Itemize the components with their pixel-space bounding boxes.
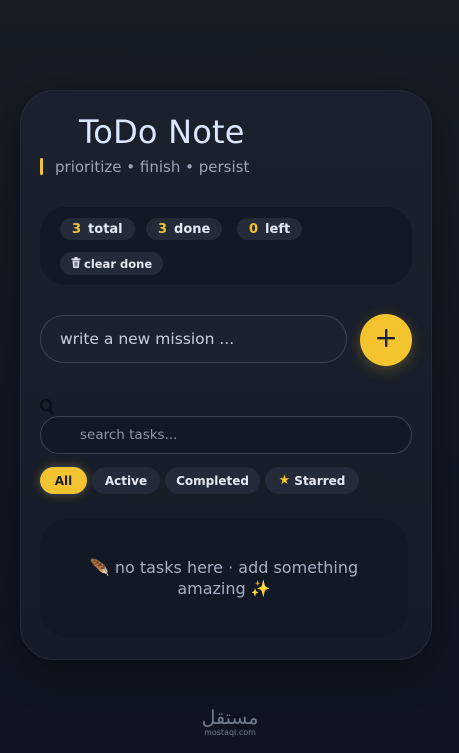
sparkle-icon: ✨ <box>250 579 271 598</box>
search-icon <box>39 398 57 416</box>
stat-left: 0 left <box>237 218 303 240</box>
new-task-placeholder: write a new mission ... <box>60 330 235 348</box>
filter-active[interactable]: Active <box>92 467 160 494</box>
search-input[interactable]: search tasks... <box>40 416 412 454</box>
stat-left-label: left <box>265 221 291 237</box>
trash-icon <box>71 256 81 271</box>
filter-starred[interactable]: ★ Starred <box>265 467 359 494</box>
clear-done-label: clear done <box>84 256 153 271</box>
empty-state: 🪶 no tasks here · add something amazing … <box>40 518 408 638</box>
watermark-domain: mostaql.com <box>204 728 256 737</box>
watermark-arabic: مستقل <box>201 707 259 729</box>
plus-icon <box>376 328 396 353</box>
filter-starred-label: Starred <box>294 473 346 488</box>
stat-total: 3 total <box>60 218 135 240</box>
filter-active-label: Active <box>104 473 148 488</box>
app-subtitle: prioritize • finish • persist <box>55 158 250 176</box>
filter-completed[interactable]: Completed <box>165 467 260 494</box>
stat-done-label: done <box>174 221 211 237</box>
watermark-logo: مستقل mostaql.com <box>200 708 260 737</box>
clear-done-button[interactable]: clear done <box>60 252 164 275</box>
filter-all-label: All <box>54 473 73 488</box>
app-title: ToDo Note <box>79 113 245 151</box>
stat-done: 3 done <box>146 218 223 240</box>
stat-total-count: 3 <box>72 221 82 237</box>
add-task-button[interactable] <box>360 314 412 366</box>
filter-completed-label: Completed <box>176 473 249 488</box>
stat-done-count: 3 <box>158 221 168 237</box>
feather-icon: 🪶 <box>89 558 110 577</box>
star-icon: ★ <box>278 473 291 488</box>
empty-state-text: no tasks here · add something amazing <box>114 558 359 598</box>
subtitle-accent-bar <box>40 158 43 175</box>
filter-all[interactable]: All <box>40 467 87 494</box>
stat-left-count: 0 <box>249 221 259 237</box>
empty-state-message: 🪶 no tasks here · add something amazing … <box>80 557 368 599</box>
stat-total-label: total <box>88 221 123 237</box>
search-placeholder: search tasks... <box>80 427 178 443</box>
new-task-input[interactable]: write a new mission ... <box>40 315 347 363</box>
